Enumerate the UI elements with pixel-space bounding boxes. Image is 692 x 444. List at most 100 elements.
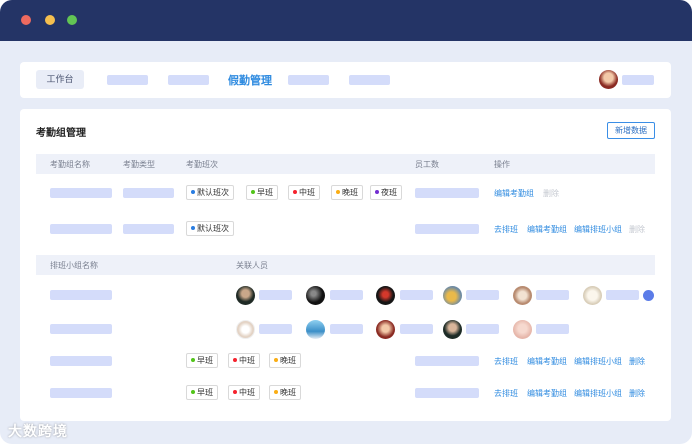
go-schedule-link[interactable]: 去排班 bbox=[494, 388, 518, 399]
shift-chip: 默认班次 bbox=[186, 185, 234, 200]
delete-link[interactable]: 删除 bbox=[629, 224, 645, 235]
go-schedule-link[interactable]: 去排班 bbox=[494, 356, 518, 367]
edit-subgroup-link[interactable]: 编辑排班小组 bbox=[574, 388, 622, 399]
table-header: 排班小组名称 关联人员 bbox=[36, 255, 655, 275]
attendance-group-panel: 考勤组管理 新增数据 考勤组名称 考勤类型 考勤班次 员工数 操作 默认班次 早… bbox=[20, 109, 671, 421]
shift-chip: 晚班 bbox=[269, 353, 301, 368]
watermark: 大数跨境 bbox=[8, 423, 68, 439]
nav-tab-placeholder[interactable] bbox=[107, 75, 148, 85]
status-dot-icon bbox=[336, 190, 340, 194]
delete-link[interactable]: 删除 bbox=[629, 356, 645, 367]
member-avatar[interactable] bbox=[306, 320, 325, 339]
member-avatar[interactable] bbox=[306, 286, 325, 305]
edit-group-link[interactable]: 编辑考勤组 bbox=[527, 388, 567, 399]
shift-label: 中班 bbox=[239, 388, 255, 397]
delete-link[interactable]: 删除 bbox=[629, 388, 645, 399]
status-dot-icon bbox=[274, 358, 278, 362]
group-type-placeholder bbox=[123, 188, 174, 198]
shift-label: 夜班 bbox=[381, 188, 397, 197]
section-title: 考勤组管理 bbox=[36, 128, 86, 139]
member-name-placeholder bbox=[536, 324, 569, 334]
nav-tab-attendance[interactable]: 假勤管理 bbox=[228, 72, 272, 88]
shift-label: 中班 bbox=[239, 356, 255, 365]
status-dot-icon bbox=[233, 390, 237, 394]
employee-count-placeholder bbox=[415, 224, 479, 234]
member-avatar[interactable] bbox=[513, 286, 532, 305]
status-dot-icon bbox=[251, 190, 255, 194]
shift-chip: 早班 bbox=[246, 185, 278, 200]
user-name-placeholder[interactable] bbox=[622, 75, 654, 85]
add-data-button[interactable]: 新增数据 bbox=[607, 122, 655, 139]
shift-label: 晚班 bbox=[280, 388, 296, 397]
subgroup-name-placeholder bbox=[50, 324, 112, 334]
status-dot-icon bbox=[191, 190, 195, 194]
title-bar bbox=[0, 0, 692, 41]
member-name-placeholder bbox=[330, 324, 363, 334]
group-name-placeholder bbox=[50, 188, 112, 198]
shift-label: 早班 bbox=[197, 356, 213, 365]
shift-chip: 中班 bbox=[228, 385, 260, 400]
member-avatar[interactable] bbox=[376, 286, 395, 305]
member-avatar[interactable] bbox=[443, 320, 462, 339]
shift-chip: 默认班次 bbox=[186, 221, 234, 236]
employee-count-placeholder bbox=[415, 188, 479, 198]
edit-group-link[interactable]: 编辑考勤组 bbox=[527, 356, 567, 367]
col-header: 考勤组名称 bbox=[50, 160, 90, 169]
member-name-placeholder bbox=[400, 290, 433, 300]
minimize-window-button[interactable] bbox=[45, 15, 55, 25]
member-name-placeholder bbox=[466, 324, 499, 334]
member-avatar[interactable] bbox=[443, 286, 462, 305]
go-schedule-link[interactable]: 去排班 bbox=[494, 224, 518, 235]
delete-link[interactable]: 删除 bbox=[543, 188, 559, 199]
status-dot-icon bbox=[191, 390, 195, 394]
member-avatar[interactable] bbox=[583, 286, 602, 305]
member-name-placeholder bbox=[400, 324, 433, 334]
member-name-placeholder bbox=[259, 290, 292, 300]
status-dot-icon bbox=[191, 226, 195, 230]
close-window-button[interactable] bbox=[21, 15, 31, 25]
top-nav: 工作台 假勤管理 bbox=[20, 62, 671, 98]
nav-tab-home[interactable]: 工作台 bbox=[36, 70, 84, 89]
member-avatar[interactable] bbox=[236, 286, 255, 305]
member-avatar[interactable] bbox=[236, 320, 255, 339]
shift-label: 默认班次 bbox=[197, 224, 229, 233]
employee-count-placeholder bbox=[415, 388, 479, 398]
shift-chip: 晚班 bbox=[331, 185, 363, 200]
shift-label: 早班 bbox=[197, 388, 213, 397]
col-header: 员工数 bbox=[415, 160, 439, 169]
shift-label: 晚班 bbox=[342, 188, 358, 197]
col-header: 考勤类型 bbox=[123, 160, 155, 169]
member-name-placeholder bbox=[330, 290, 363, 300]
edit-subgroup-link[interactable]: 编辑排班小组 bbox=[574, 356, 622, 367]
nav-tab-placeholder[interactable] bbox=[349, 75, 390, 85]
nav-tab-placeholder[interactable] bbox=[168, 75, 209, 85]
more-members-icon[interactable] bbox=[643, 290, 654, 301]
status-dot-icon bbox=[293, 190, 297, 194]
status-dot-icon bbox=[274, 390, 278, 394]
subgroup-name-placeholder bbox=[50, 388, 112, 398]
edit-subgroup-link[interactable]: 编辑排班小组 bbox=[574, 224, 622, 235]
shift-chip: 晚班 bbox=[269, 385, 301, 400]
col-header: 操作 bbox=[494, 160, 510, 169]
edit-group-link[interactable]: 编辑考勤组 bbox=[527, 224, 567, 235]
shift-chip: 早班 bbox=[186, 385, 218, 400]
user-avatar[interactable] bbox=[599, 70, 618, 89]
nav-tab-placeholder[interactable] bbox=[288, 75, 329, 85]
shift-label: 晚班 bbox=[280, 356, 296, 365]
maximize-window-button[interactable] bbox=[67, 15, 77, 25]
shift-chip: 早班 bbox=[186, 353, 218, 368]
member-name-placeholder bbox=[536, 290, 569, 300]
shift-chip: 夜班 bbox=[370, 185, 402, 200]
member-avatar[interactable] bbox=[376, 320, 395, 339]
app-window: 工作台 假勤管理 考勤组管理 新增数据 考勤组名称 考勤类型 考勤班次 员工数 … bbox=[0, 0, 692, 444]
edit-group-link[interactable]: 编辑考勤组 bbox=[494, 188, 534, 199]
subgroup-name-placeholder bbox=[50, 290, 112, 300]
shift-chip: 中班 bbox=[288, 185, 320, 200]
member-name-placeholder bbox=[606, 290, 639, 300]
col-header: 考勤班次 bbox=[186, 160, 218, 169]
shift-label: 早班 bbox=[257, 188, 273, 197]
member-avatar[interactable] bbox=[513, 320, 532, 339]
shift-chip: 中班 bbox=[228, 353, 260, 368]
status-dot-icon bbox=[233, 358, 237, 362]
shift-label: 默认班次 bbox=[197, 188, 229, 197]
